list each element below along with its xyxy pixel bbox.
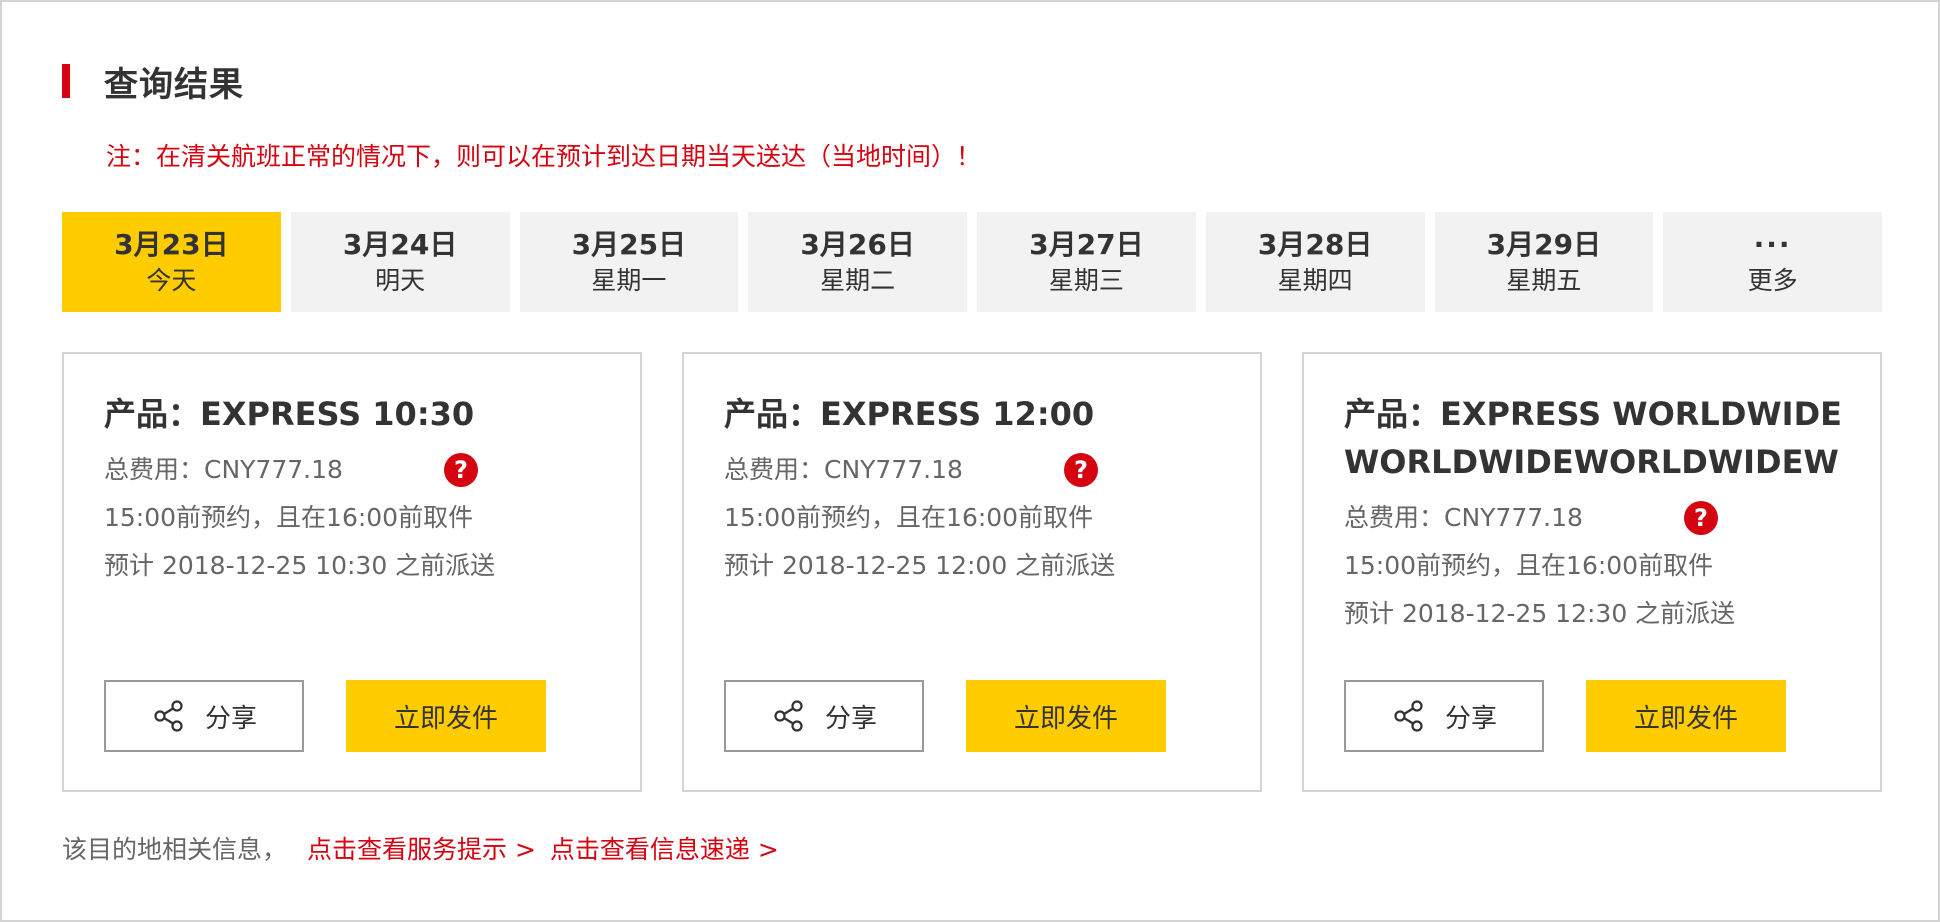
share-icon xyxy=(154,700,183,732)
product-title: 产品：EXPRESS 10:30 xyxy=(104,395,475,433)
share-button[interactable]: 分享 xyxy=(724,680,924,752)
total-fee: 总费用：CNY777.18 xyxy=(724,455,963,484)
card-actions: 分享 立即发件 xyxy=(1344,680,1786,752)
date-tabs: 3月23日 今天 3月24日 明天 3月25日 星期一 3月26日 星期二 3月… xyxy=(62,212,1882,312)
info-express-link[interactable]: 点击查看信息速递 > xyxy=(550,830,779,866)
date-tab-date: 3月28日 xyxy=(1257,228,1373,261)
date-tab-1[interactable]: 3月24日 明天 xyxy=(290,212,510,312)
estimated-delivery: 预计 2018-12-25 12:30 之前派送 xyxy=(1344,599,1736,628)
ship-now-label: 立即发件 xyxy=(1633,703,1738,734)
product-title: 产品：EXPRESS 12:00 xyxy=(724,395,1095,433)
share-icon xyxy=(774,700,803,732)
date-tab-day: 星期二 xyxy=(820,266,896,295)
product-cards: 产品：EXPRESS 10:30 总费用：CNY777.18 ? 15:00前预… xyxy=(62,352,1882,792)
more-dots-icon: ··· xyxy=(1753,228,1792,261)
title-accent-bar xyxy=(62,64,70,98)
booking-cutoff: 15:00前预约，且在16:00前取件 xyxy=(104,503,474,532)
card-actions: 分享 立即发件 xyxy=(724,680,1166,752)
booking-cutoff: 15:00前预约，且在16:00前取件 xyxy=(724,503,1094,532)
date-tab-date: 3月27日 xyxy=(1029,228,1144,261)
share-icon xyxy=(1394,700,1423,732)
ship-now-label: 立即发件 xyxy=(1013,703,1118,734)
date-tab-day: 明天 xyxy=(375,266,426,295)
product-card-3: 产品：EXPRESS WORLDWIDE WORLDWIDEWORLDWIDEW… xyxy=(1302,352,1882,792)
share-button[interactable]: 分享 xyxy=(1344,680,1544,752)
date-tab-date: 3月29日 xyxy=(1486,228,1602,261)
date-tab-day: 星期四 xyxy=(1277,266,1353,295)
section-header: 查询结果 xyxy=(62,60,244,105)
share-label: 分享 xyxy=(204,703,257,734)
estimated-delivery: 预计 2018-12-25 12:00 之前派送 xyxy=(724,551,1116,580)
date-tab-day: 星期一 xyxy=(591,266,667,295)
date-tab-5[interactable]: 3月28日 星期四 xyxy=(1205,212,1425,312)
fee-row: 总费用：CNY777.18 ? xyxy=(724,446,1220,494)
product-card-1: 产品：EXPRESS 10:30 总费用：CNY777.18 ? 15:00前预… xyxy=(62,352,642,792)
booking-cutoff: 15:00前预约，且在16:00前取件 xyxy=(1344,551,1714,580)
destination-info-label: 该目的地相关信息， xyxy=(62,835,288,864)
ship-now-label: 立即发件 xyxy=(393,703,498,734)
date-tab-date: 3月26日 xyxy=(800,228,915,261)
date-tab-3[interactable]: 3月26日 星期二 xyxy=(748,212,967,312)
date-tab-0[interactable]: 3月23日 今天 xyxy=(62,212,281,312)
service-tips-link[interactable]: 点击查看服务提示 > xyxy=(307,830,536,866)
share-label: 分享 xyxy=(1444,703,1497,734)
product-title: 产品：EXPRESS WORLDWIDE WORLDWIDEWORLDWIDEW xyxy=(1344,395,1843,481)
ship-now-button[interactable]: 立即发件 xyxy=(1586,680,1786,752)
date-tab-date: 3月24日 xyxy=(342,228,458,261)
date-tab-4[interactable]: 3月27日 星期三 xyxy=(977,212,1196,312)
results-panel: 查询结果 注：在清关航班正常的情况下，则可以在预计到达日期当天送达（当地时间）！… xyxy=(0,0,1940,922)
help-icon[interactable]: ? xyxy=(1684,501,1718,535)
fee-row: 总费用：CNY777.18 ? xyxy=(104,446,600,494)
date-tab-day: 今天 xyxy=(146,266,197,295)
estimated-delivery: 预计 2018-12-25 10:30 之前派送 xyxy=(104,551,496,580)
date-tab-2[interactable]: 3月25日 星期一 xyxy=(519,212,739,312)
date-tab-more-label: 更多 xyxy=(1747,266,1798,295)
delivery-notice: 注：在清关航班正常的情况下，则可以在预计到达日期当天送达（当地时间）！ xyxy=(106,142,982,171)
date-tab-date: 3月23日 xyxy=(114,228,229,261)
total-fee: 总费用：CNY777.18 xyxy=(1344,503,1583,532)
ship-now-button[interactable]: 立即发件 xyxy=(346,680,546,752)
total-fee: 总费用：CNY777.18 xyxy=(104,455,343,484)
page-title: 查询结果 xyxy=(104,64,244,105)
share-label: 分享 xyxy=(824,703,877,734)
product-card-2: 产品：EXPRESS 12:00 总费用：CNY777.18 ? 15:00前预… xyxy=(682,352,1262,792)
ship-now-button[interactable]: 立即发件 xyxy=(966,680,1166,752)
fee-row: 总费用：CNY777.18 ? xyxy=(1344,494,1840,542)
date-tab-day: 星期三 xyxy=(1048,266,1124,295)
help-icon[interactable]: ? xyxy=(1064,453,1098,487)
destination-info: 该目的地相关信息， 点击查看服务提示 > 点击查看信息速递 > xyxy=(62,830,793,866)
share-button[interactable]: 分享 xyxy=(104,680,304,752)
date-tab-day: 星期五 xyxy=(1506,266,1582,295)
date-tab-more[interactable]: ··· 更多 xyxy=(1663,212,1882,312)
help-icon[interactable]: ? xyxy=(444,453,478,487)
date-tab-date: 3月25日 xyxy=(571,228,687,261)
date-tab-6[interactable]: 3月29日 星期五 xyxy=(1434,212,1654,312)
card-actions: 分享 立即发件 xyxy=(104,680,546,752)
